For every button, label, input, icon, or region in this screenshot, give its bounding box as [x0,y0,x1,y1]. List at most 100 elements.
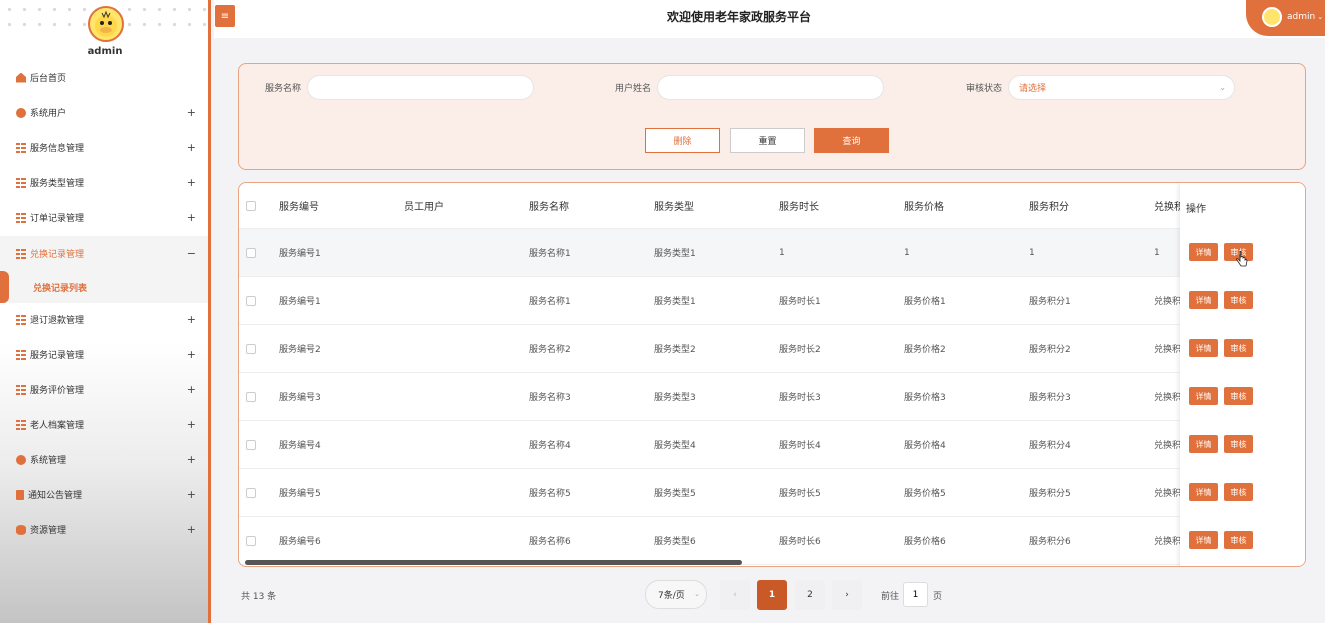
row-checkbox[interactable] [246,535,256,546]
table-row[interactable]: 服务编号2 服务名称2 服务类型2 服务时长2 服务价格2 服务积分2 兑换积 [239,325,1305,373]
sidebar-item-8[interactable]: 服务评价管理 + [0,372,208,407]
review-button[interactable]: 审核 [1224,291,1253,309]
sidebar-item-0[interactable]: 后台首页 [0,60,208,95]
review-button[interactable]: 审核 [1224,339,1253,357]
detail-button[interactable]: 详情 [1189,243,1218,261]
status-select[interactable]: 请选择 ⌄ [1008,75,1235,100]
table-row[interactable]: 服务编号5 服务名称5 服务类型5 服务时长5 服务价格5 服务积分5 兑换积 [239,469,1305,517]
submenu-item-exchange-list[interactable]: 兑换记录列表 [0,271,208,303]
sidebar-item-10[interactable]: 系统管理 + [0,442,208,477]
reset-button[interactable]: 重置 [730,128,805,153]
expand-icon[interactable]: + [187,453,196,466]
sidebar-item-12[interactable]: 资源管理 + [0,512,208,547]
review-button[interactable]: 审核 [1224,435,1253,453]
sidebar-item-9[interactable]: 老人档案管理 + [0,407,208,442]
table-cell: 兑换积 [1154,489,1182,499]
avatar[interactable] [88,6,124,42]
column-header: 员工用户 [404,202,444,213]
table-cell: 服务类型6 [654,537,696,547]
row-checkbox[interactable] [246,247,256,258]
table-cell: 服务价格2 [904,345,946,355]
page-button-2[interactable]: 2 [795,580,825,610]
table-cell: 服务积分5 [1029,489,1071,499]
submenu-item-label: 兑换记录列表 [33,283,88,294]
expand-icon[interactable]: + [187,488,196,501]
sidebar-item-11[interactable]: 通知公告管理 + [0,477,208,512]
sidebar-item-label: 资源管理 [30,526,67,536]
row-checkbox[interactable] [246,343,256,354]
expand-icon[interactable]: + [187,211,196,224]
table-cell: 服务价格4 [904,441,946,451]
user-menu[interactable]: admin ⌄ [1246,0,1325,36]
user-name-input[interactable] [657,75,884,100]
delete-button[interactable]: 删除 [645,128,720,153]
table-row[interactable]: 服务编号4 服务名称4 服务类型4 服务时长4 服务价格4 服务积分4 兑换积 [239,421,1305,469]
grid-icon [16,248,26,259]
sidebar-item-7[interactable]: 服务记录管理 + [0,337,208,372]
expand-icon[interactable]: + [187,313,196,326]
table-cell: 服务名称4 [529,441,571,451]
row-checkbox[interactable] [246,487,256,498]
review-button[interactable]: 审核 [1224,531,1253,549]
table-row[interactable]: 服务编号3 服务名称3 服务类型3 服务时长3 服务价格3 服务积分3 兑换积 [239,373,1305,421]
row-checkbox[interactable] [246,295,256,306]
expand-icon[interactable]: + [187,418,196,431]
sidebar-item-1[interactable]: 系统用户 + [0,95,208,130]
table-cell: 兑换积 [1154,345,1182,355]
table-cell: 服务名称1 [529,297,571,307]
table-cell: 兑换积 [1154,297,1182,307]
table-cell: 服务编号4 [279,441,321,451]
goto-page-input[interactable] [903,582,928,607]
row-checkbox[interactable] [246,391,256,402]
expand-icon[interactable]: + [187,383,196,396]
table-cell: 1 [779,247,785,258]
row-checkbox[interactable] [246,439,256,450]
table-row[interactable]: 服务编号6 服务名称6 服务类型6 服务时长6 服务价格6 服务积分6 兑换积 [239,517,1305,565]
sidebar-username: admin [87,46,123,57]
sidebar-item-6[interactable]: 退订退款管理 + [0,302,208,337]
table-cell: 1 [1029,247,1035,258]
sidebar-item-4[interactable]: 订单记录管理 + [0,200,208,235]
collapse-icon[interactable]: − [187,247,196,260]
sidebar-item-label: 服务信息管理 [30,144,85,154]
detail-button[interactable]: 详情 [1189,387,1218,405]
expand-icon[interactable]: + [187,348,196,361]
sidebar-item-label: 老人档案管理 [30,421,85,431]
table-cell: 服务时长5 [779,489,821,499]
detail-button[interactable]: 详情 [1189,339,1218,357]
service-name-input[interactable] [307,75,534,100]
table-cell: 服务名称2 [529,345,571,355]
table-cell: 服务类型2 [654,345,696,355]
service-name-label: 服务名称 [265,84,302,94]
expand-icon[interactable]: + [187,176,196,189]
detail-button[interactable]: 详情 [1189,483,1218,501]
grid-icon [16,177,26,188]
review-button[interactable]: 审核 [1224,387,1253,405]
table-cell: 服务名称6 [529,537,571,547]
review-button[interactable]: 审核 [1224,483,1253,501]
detail-button[interactable]: 详情 [1189,291,1218,309]
checkbox-cell [246,421,256,468]
detail-button[interactable]: 详情 [1189,435,1218,453]
table-row[interactable]: 服务编号1 服务名称1 服务类型1 服务时长1 服务价格1 服务积分1 兑换积 [239,277,1305,325]
table-row[interactable]: 服务编号1 服务名称1 服务类型1 1 1 1 1 [239,229,1305,277]
detail-button[interactable]: 详情 [1189,531,1218,549]
sidebar-item-label: 订单记录管理 [30,214,85,224]
sidebar-item-3[interactable]: 服务类型管理 + [0,165,208,200]
sidebar-item-5[interactable]: 兑换记录管理 − [0,236,208,271]
table-cell: 服务积分1 [1029,297,1071,307]
query-button[interactable]: 查询 [814,128,889,153]
prev-page-button[interactable]: ‹ [720,580,750,610]
page-size-select[interactable]: 7条/页 ⌄ [645,580,707,609]
expand-icon[interactable]: + [187,523,196,536]
horizontal-scrollbar[interactable] [245,560,742,565]
checkbox-cell [246,325,256,372]
sidebar-item-2[interactable]: 服务信息管理 + [0,130,208,165]
expand-icon[interactable]: + [187,141,196,154]
next-page-button[interactable]: › [832,580,862,610]
expand-icon[interactable]: + [187,106,196,119]
page-button-1[interactable]: 1 [757,580,787,610]
select-all-checkbox[interactable] [246,200,256,211]
grid-icon [16,384,26,395]
checkbox-cell [246,183,256,228]
